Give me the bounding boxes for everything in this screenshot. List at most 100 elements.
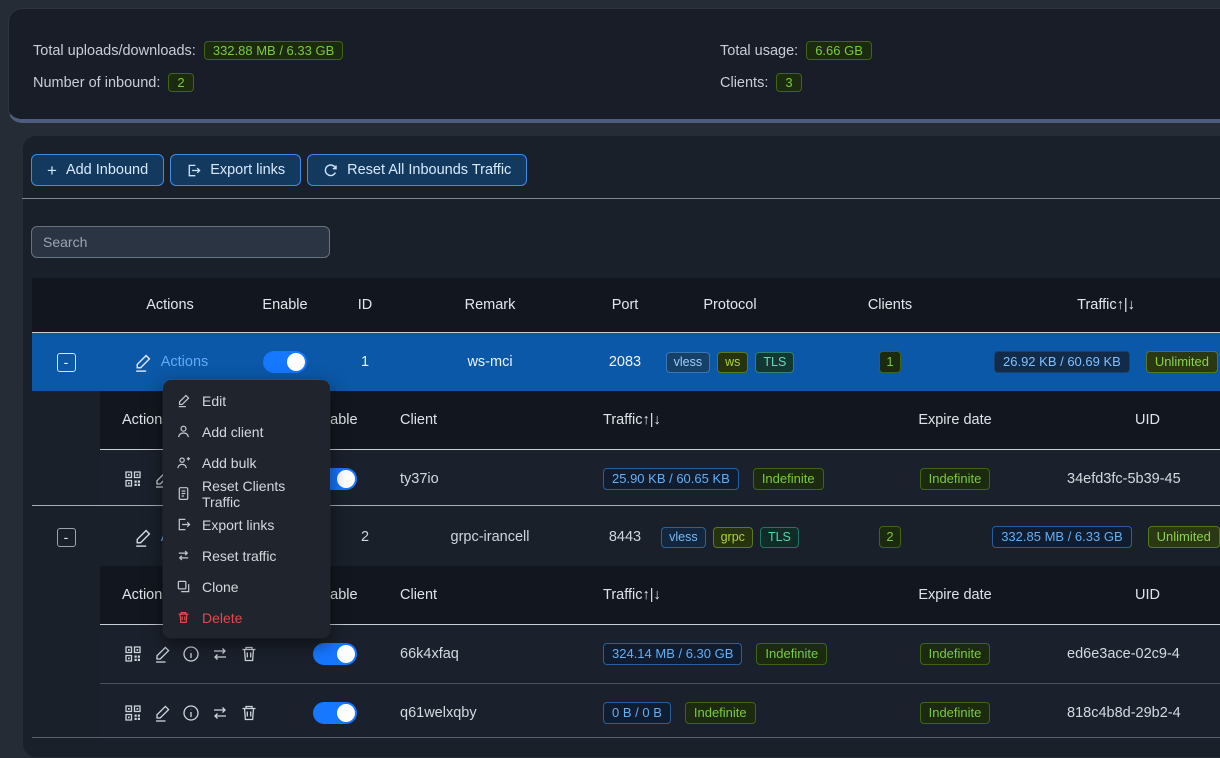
client-info-icon[interactable] (180, 643, 202, 665)
client-col-expire: Expire date (850, 412, 1060, 428)
menu-item-reset-clients-traffic[interactable]: Reset Clients Traffic (163, 478, 330, 509)
row-actions-dropdown[interactable]: Actions (132, 352, 209, 373)
total-usage-value: 6.66 GB (806, 41, 872, 60)
client-col-uid: UID (1060, 587, 1220, 603)
swap-arrows-icon (176, 548, 191, 563)
client-expire-badge: Indefinite (920, 702, 991, 724)
trash-icon (176, 610, 191, 625)
stats-left-column: Total uploads/downloads: 332.88 MB / 6.3… (33, 39, 343, 94)
inbound-port: 8443 (580, 529, 670, 545)
qrcode-icon[interactable] (122, 643, 144, 665)
inbound-remark: ws-mci (400, 354, 580, 370)
clone-icon (176, 579, 191, 594)
menu-item-label: Edit (202, 393, 226, 409)
client-uid: ed6e3ace-02c9-4 (1060, 646, 1220, 662)
traffic-limit-badge: Unlimited (1148, 526, 1220, 548)
transport-tag: ws (717, 352, 748, 373)
protocol-tag: vless (661, 527, 705, 548)
clients-count-badge: 1 (879, 351, 900, 373)
clients-count-label: Clients: (720, 75, 768, 91)
inbound-count-label: Number of inbound: (33, 75, 160, 91)
client-quota-badge: Indefinite (685, 702, 756, 724)
toolbar: + Add Inbound Export links Reset All Inb… (31, 154, 527, 186)
collapse-row-button[interactable]: - (57, 528, 76, 547)
menu-item-label: Reset traffic (202, 548, 276, 564)
export-icon (176, 517, 191, 532)
edit-client-icon[interactable] (151, 643, 173, 665)
uploads-downloads-label: Total uploads/downloads: (33, 43, 196, 59)
security-tag: TLS (755, 352, 794, 373)
delete-client-icon[interactable] (238, 643, 260, 665)
inbound-id: 1 (330, 354, 400, 370)
reset-client-traffic-icon[interactable] (209, 643, 231, 665)
client-info-icon[interactable] (180, 702, 202, 724)
reset-client-traffic-icon[interactable] (209, 702, 231, 724)
qrcode-icon[interactable] (122, 702, 144, 724)
menu-item-label: Clone (202, 579, 239, 595)
col-header-protocol: Protocol (670, 297, 820, 313)
col-header-remark: Remark (400, 297, 580, 313)
client-col-expire: Expire date (850, 587, 1060, 603)
actions-link-label: Actions (161, 354, 209, 370)
security-tag: TLS (760, 527, 799, 548)
client-name: 66k4xfaq (390, 646, 595, 662)
menu-item-clone[interactable]: Clone (163, 571, 330, 602)
client-col-traffic-sort[interactable]: Traffic↑|↓ (595, 412, 850, 428)
client-quota-badge: Indefinite (753, 468, 824, 490)
edit-pencil-icon (132, 352, 153, 373)
user-icon (176, 424, 191, 439)
divider (22, 198, 1220, 199)
menu-item-label: Export links (202, 517, 274, 533)
collapse-row-button[interactable]: - (57, 353, 76, 372)
client-traffic-badge: 0 B / 0 B (603, 702, 671, 724)
search-input[interactable] (31, 226, 330, 258)
table-header-row: Actions Enable ID Remark Port Protocol C… (32, 278, 1220, 333)
menu-item-delete[interactable]: Delete (163, 602, 330, 633)
clients-count-value: 3 (776, 73, 801, 92)
client-enable-toggle[interactable] (313, 702, 357, 724)
menu-item-reset-traffic[interactable]: Reset traffic (163, 540, 330, 571)
client-expire-badge: Indefinite (920, 643, 991, 665)
inbound-id: 2 (330, 529, 400, 545)
enable-toggle[interactable] (263, 351, 307, 373)
inbound-remark: grpc-irancell (400, 529, 580, 545)
traffic-badge: 26.92 KB / 60.69 KB (994, 351, 1130, 373)
clients-count-badge: 2 (879, 526, 900, 548)
plus-icon: + (47, 162, 57, 179)
stats-panel: Total uploads/downloads: 332.88 MB / 6.3… (8, 8, 1220, 123)
edit-client-icon[interactable] (151, 702, 173, 724)
total-usage-label: Total usage: (720, 43, 798, 59)
menu-item-label: Add client (202, 424, 263, 440)
edit-pencil-icon (132, 527, 153, 548)
edit-icon (176, 393, 191, 408)
reset-all-traffic-button[interactable]: Reset All Inbounds Traffic (307, 154, 527, 186)
menu-item-export-links[interactable]: Export links (163, 509, 330, 540)
qrcode-icon[interactable] (122, 468, 144, 490)
menu-item-add-client[interactable]: Add client (163, 416, 330, 447)
menu-item-add-bulk[interactable]: Add bulk (163, 447, 330, 478)
col-header-actions: Actions (100, 297, 240, 313)
col-header-enable: Enable (240, 297, 330, 313)
menu-item-edit[interactable]: Edit (163, 385, 330, 416)
col-header-traffic-sort[interactable]: Traffic↑|↓ (960, 297, 1220, 313)
export-links-button[interactable]: Export links (170, 154, 301, 186)
client-name: ty37io (390, 471, 595, 487)
actions-context-menu: Edit Add client Add bulk Reset Clients T… (163, 380, 330, 638)
protocol-tag: vless (666, 352, 710, 373)
col-header-port: Port (580, 297, 670, 313)
delete-client-icon[interactable] (238, 702, 260, 724)
add-inbound-label: Add Inbound (66, 162, 148, 178)
client-col-uid: UID (1060, 412, 1220, 428)
divider (32, 737, 1220, 738)
menu-item-label: Add bulk (202, 455, 256, 471)
client-enable-toggle[interactable] (313, 643, 357, 665)
client-uid: 34efd3fc-5b39-45 (1060, 471, 1220, 487)
client-row-q61welxqby: q61welxqby 0 B / 0 B Indefinite Indefini… (100, 683, 1220, 742)
client-quota-badge: Indefinite (756, 643, 827, 665)
client-traffic-badge: 25.90 KB / 60.65 KB (603, 468, 739, 490)
traffic-limit-badge: Unlimited (1146, 351, 1218, 373)
client-col-traffic-sort[interactable]: Traffic↑|↓ (595, 587, 850, 603)
stats-right-column: Total usage: 6.66 GB Clients: 3 (720, 39, 872, 94)
client-col-client: Client (390, 412, 595, 428)
add-inbound-button[interactable]: + Add Inbound (31, 154, 164, 186)
